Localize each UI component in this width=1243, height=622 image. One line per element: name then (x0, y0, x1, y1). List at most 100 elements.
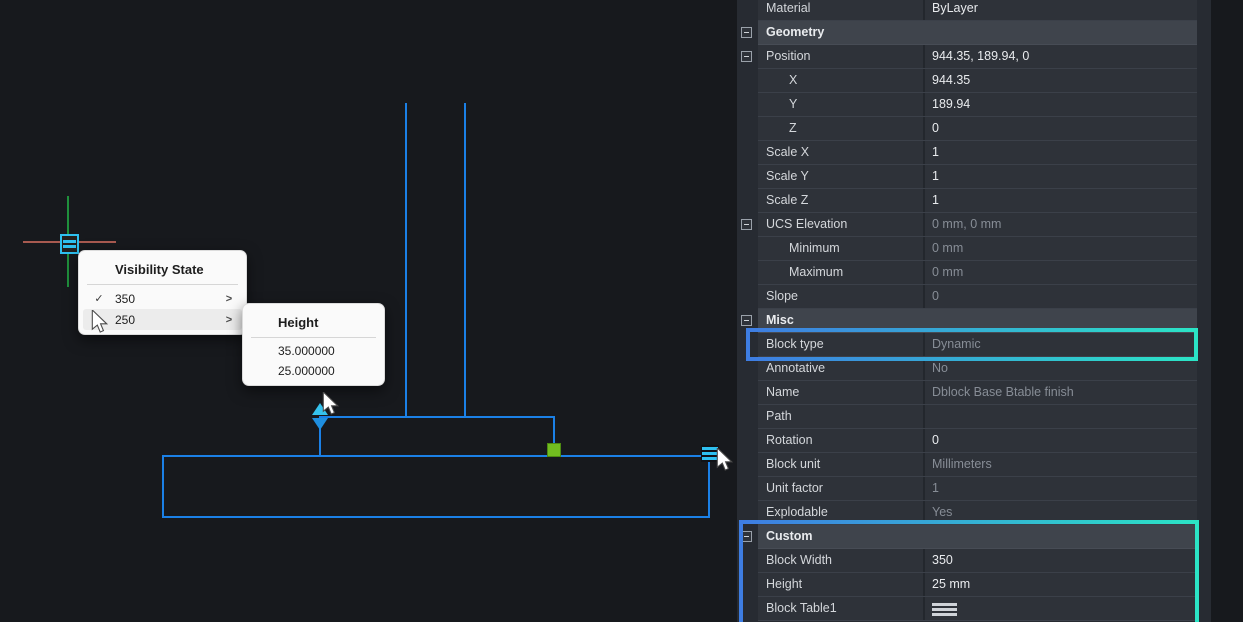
row-cells: Unit factor1 (758, 477, 1197, 501)
property-label: Scale X (758, 141, 925, 164)
property-value[interactable]: 1 (925, 477, 1197, 500)
row-gutter (737, 141, 758, 165)
drawing-canvas[interactable]: Visibility State ✓ 350 > 250 > Height 35… (0, 0, 737, 622)
property-row-minimum[interactable]: Minimum0 mm (737, 237, 1197, 261)
property-value[interactable]: 1 (925, 165, 1197, 188)
property-value[interactable]: 1 (925, 189, 1197, 212)
stretch-grip-down-arrow-icon[interactable] (312, 418, 328, 430)
property-value[interactable]: No (925, 357, 1197, 380)
block-table-lookup-grip-icon[interactable] (701, 445, 719, 462)
property-value[interactable]: 944.35, 189.94, 0 (925, 45, 1197, 68)
property-row-explodable[interactable]: ExplodableYes (737, 501, 1197, 525)
row-cells: Path (758, 405, 1197, 429)
property-value[interactable]: 0 mm, 0 mm (925, 213, 1197, 236)
menu-separator (251, 337, 376, 338)
property-value[interactable]: Millimeters (925, 453, 1197, 476)
property-row-scale-y[interactable]: Scale Y1 (737, 165, 1197, 189)
menu-item-350[interactable]: ✓ 350 > (83, 288, 242, 309)
row-cells: X944.35 (758, 69, 1197, 93)
property-row-name[interactable]: NameDblock Base Btable finish (737, 381, 1197, 405)
row-cells: NameDblock Base Btable finish (758, 381, 1197, 405)
property-label: Scale Z (758, 189, 925, 212)
section-header-misc[interactable]: Misc (737, 309, 1197, 333)
row-gutter (737, 357, 758, 381)
hot-grip-square[interactable] (547, 443, 561, 457)
property-row-slope[interactable]: Slope0 (737, 285, 1197, 309)
row-gutter (737, 405, 758, 429)
property-row-block-type[interactable]: Block typeDynamic (737, 333, 1197, 357)
property-row-block-width[interactable]: Block Width350 (737, 549, 1197, 573)
collapse-minus-icon[interactable] (741, 315, 752, 326)
property-row-position[interactable]: Position944.35, 189.94, 0 (737, 45, 1197, 69)
property-label: Explodable (758, 501, 925, 524)
property-row-maximum[interactable]: Maximum0 mm (737, 261, 1197, 285)
block-base-rectangle[interactable] (162, 455, 710, 518)
submenu-title: Height (243, 309, 384, 337)
property-value[interactable]: 0 (925, 285, 1197, 308)
collapse-minus-icon[interactable] (741, 51, 752, 62)
property-row-height[interactable]: Height25 mm (737, 573, 1197, 597)
collapse-minus-icon[interactable] (741, 531, 752, 542)
menu-item-25[interactable]: 25.000000 (247, 361, 380, 381)
property-value[interactable]: 25 mm (925, 573, 1197, 596)
property-value[interactable]: 0 mm (925, 237, 1197, 260)
property-row-path[interactable]: Path (737, 405, 1197, 429)
lookup-grip-icon[interactable] (60, 234, 79, 254)
menu-item-label: 350 (115, 292, 216, 306)
property-row-block-unit[interactable]: Block unitMillimeters (737, 453, 1197, 477)
collapse-minus-icon[interactable] (741, 219, 752, 230)
property-value[interactable]: ByLayer (925, 0, 1197, 20)
property-label: Slope (758, 285, 925, 308)
property-label: Custom (758, 525, 1197, 548)
row-gutter (737, 189, 758, 213)
property-row-material[interactable]: MaterialByLayer (737, 0, 1197, 21)
property-value[interactable]: 944.35 (925, 69, 1197, 92)
row-cells: Scale Y1 (758, 165, 1197, 189)
property-row-z[interactable]: Z0 (737, 117, 1197, 141)
property-row-unit-factor[interactable]: Unit factor1 (737, 477, 1197, 501)
property-value[interactable]: 0 mm (925, 261, 1197, 284)
row-gutter (737, 429, 758, 453)
section-header-custom[interactable]: Custom (737, 525, 1197, 549)
row-gutter (737, 117, 758, 141)
property-value[interactable]: Dblock Base Btable finish (925, 381, 1197, 404)
property-row-block-table1[interactable]: Block Table1 (737, 597, 1197, 621)
table-rows-icon[interactable] (932, 603, 957, 616)
property-row-annotative[interactable]: AnnotativeNo (737, 357, 1197, 381)
property-row-rotation[interactable]: Rotation0 (737, 429, 1197, 453)
stretch-grip-up-arrow-icon[interactable] (312, 403, 328, 415)
row-cells: AnnotativeNo (758, 357, 1197, 381)
property-value[interactable]: 0 (925, 117, 1197, 140)
row-gutter (737, 381, 758, 405)
block-line-top-horizontal[interactable] (319, 416, 555, 418)
block-line-vertical-right[interactable] (464, 103, 466, 417)
property-row-x[interactable]: X944.35 (737, 69, 1197, 93)
property-value[interactable]: Yes (925, 501, 1197, 524)
row-cells: Rotation0 (758, 429, 1197, 453)
row-gutter (737, 573, 758, 597)
collapse-minus-icon[interactable] (741, 27, 752, 38)
property-row-scale-z[interactable]: Scale Z1 (737, 189, 1197, 213)
property-label: Path (758, 405, 925, 428)
property-value[interactable]: 350 (925, 549, 1197, 572)
chevron-right-icon: > (216, 314, 242, 326)
property-value[interactable] (925, 597, 1197, 620)
menu-item-label: 250 (115, 313, 216, 327)
block-line-vertical-left[interactable] (405, 103, 407, 417)
menu-item-35[interactable]: 35.000000 (247, 341, 380, 361)
property-value[interactable]: Dynamic (925, 333, 1197, 356)
property-value[interactable]: 1 (925, 141, 1197, 164)
property-value[interactable] (925, 405, 1197, 428)
property-label: UCS Elevation (758, 213, 925, 236)
property-row-y[interactable]: Y189.94 (737, 93, 1197, 117)
property-row-ucs-elevation[interactable]: UCS Elevation0 mm, 0 mm (737, 213, 1197, 237)
row-cells: Slope0 (758, 285, 1197, 309)
check-icon: ✓ (83, 292, 115, 305)
property-row-scale-x[interactable]: Scale X1 (737, 141, 1197, 165)
chevron-right-icon: > (216, 293, 242, 305)
property-value[interactable]: 0 (925, 429, 1197, 452)
menu-item-250[interactable]: 250 > (83, 309, 242, 330)
property-value[interactable]: 189.94 (925, 93, 1197, 116)
row-cells: Scale Z1 (758, 189, 1197, 213)
section-header-geometry[interactable]: Geometry (737, 21, 1197, 45)
